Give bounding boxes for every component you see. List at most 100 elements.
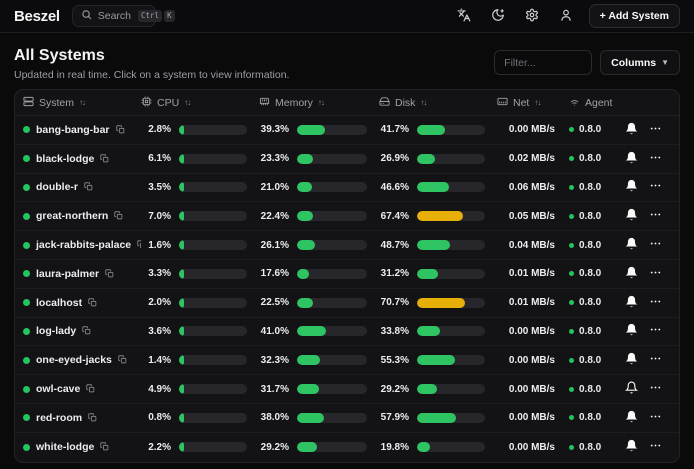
chevron-down-icon: ▼ (661, 58, 669, 67)
copy-icon[interactable] (86, 380, 95, 398)
column-header-agent[interactable]: Agent (569, 96, 619, 110)
columns-dropdown-button[interactable]: Columns ▼ (600, 50, 680, 75)
alerts-button[interactable] (620, 263, 642, 285)
memory-percent: 22.5% (259, 297, 297, 308)
system-name-cell: jack-rabbits-palace (23, 236, 141, 254)
copy-icon[interactable] (118, 351, 127, 369)
alerts-button[interactable] (620, 205, 642, 227)
ellipsis-icon (649, 122, 662, 138)
table-row[interactable]: one-eyed-jacks 1.4% 32.3% 55.3% 0.00 MB/… (15, 346, 679, 375)
row-menu-button[interactable] (644, 407, 666, 429)
cpu-percent: 6.1% (141, 153, 179, 164)
alerts-button[interactable] (620, 407, 642, 429)
sort-icon: ↑↓ (534, 98, 540, 107)
cpu-bar (179, 298, 259, 308)
filter-input[interactable] (494, 50, 592, 75)
disk-percent: 31.2% (379, 268, 417, 279)
language-button[interactable] (453, 5, 475, 27)
table-row[interactable]: white-lodge 2.2% 29.2% 19.8% 0.00 MB/s 0… (15, 433, 679, 462)
column-header-memory[interactable]: Memory ↑↓ (259, 96, 379, 110)
disk-percent: 46.6% (379, 182, 417, 193)
row-menu-button[interactable] (644, 234, 666, 256)
copy-icon[interactable] (105, 265, 114, 283)
column-label: Disk (395, 97, 415, 109)
row-menu-button[interactable] (644, 349, 666, 371)
copy-icon[interactable] (100, 150, 109, 168)
column-header-system[interactable]: System ↑↓ (23, 96, 141, 110)
agent-status-dot (569, 415, 574, 420)
bell-icon (625, 179, 638, 195)
copy-icon[interactable] (84, 178, 93, 196)
system-name-cell: one-eyed-jacks (23, 351, 141, 369)
row-menu-button[interactable] (644, 292, 666, 314)
table-row[interactable]: great-northern 7.0% 22.4% 67.4% 0.05 MB/… (15, 202, 679, 231)
row-menu-button[interactable] (644, 378, 666, 400)
table-row[interactable]: laura-palmer 3.3% 17.6% 31.2% 0.01 MB/s … (15, 260, 679, 289)
net-value: 0.01 MB/s (497, 297, 569, 308)
search-icon (81, 9, 92, 23)
moon-icon (491, 8, 505, 25)
copy-icon[interactable] (100, 438, 109, 456)
alerts-button[interactable] (620, 378, 642, 400)
copy-icon[interactable] (88, 409, 97, 427)
table-row[interactable]: localhost 2.0% 22.5% 70.7% 0.01 MB/s 0.8… (15, 289, 679, 318)
net-value: 0.00 MB/s (497, 442, 569, 453)
table-row[interactable]: black-lodge 6.1% 23.3% 26.9% 0.02 MB/s 0… (15, 145, 679, 174)
cpu-percent: 4.9% (141, 384, 179, 395)
table-row[interactable]: log-lady 3.6% 41.0% 33.8% 0.00 MB/s 0.8.… (15, 318, 679, 347)
table-row[interactable]: bang-bang-bar 2.8% 39.3% 41.7% 0.00 MB/s… (15, 116, 679, 145)
table-row[interactable]: red-room 0.8% 38.0% 57.9% 0.00 MB/s 0.8.… (15, 404, 679, 433)
alerts-button[interactable] (620, 176, 642, 198)
alerts-button[interactable] (620, 320, 642, 342)
ellipsis-icon (649, 295, 662, 311)
memory-bar (297, 211, 379, 221)
column-label: Net (513, 97, 529, 109)
column-header-disk[interactable]: Disk ↑↓ (379, 96, 497, 110)
user-menu-button[interactable] (555, 5, 577, 27)
alerts-button[interactable] (620, 148, 642, 170)
copy-icon[interactable] (116, 121, 125, 139)
add-system-button[interactable]: + Add System (589, 4, 680, 28)
row-menu-button[interactable] (644, 320, 666, 342)
row-menu-button[interactable] (644, 148, 666, 170)
alerts-button[interactable] (620, 349, 642, 371)
cpu-bar (179, 125, 259, 135)
alerts-button[interactable] (620, 234, 642, 256)
table-row[interactable]: owl-cave 4.9% 31.7% 29.2% 0.00 MB/s 0.8.… (15, 375, 679, 404)
row-menu-button[interactable] (644, 205, 666, 227)
system-name: black-lodge (36, 153, 94, 165)
column-header-cpu[interactable]: CPU ↑↓ (141, 96, 259, 110)
system-name-cell: laura-palmer (23, 265, 141, 283)
status-dot (23, 386, 30, 393)
memory-percent: 21.0% (259, 182, 297, 193)
table-row[interactable]: jack-rabbits-palace 1.6% 26.1% 48.7% 0.0… (15, 231, 679, 260)
row-menu-button[interactable] (644, 436, 666, 458)
settings-button[interactable] (521, 5, 543, 27)
copy-icon[interactable] (114, 207, 123, 225)
alerts-button[interactable] (620, 436, 642, 458)
agent-version-cell: 0.8.0 (569, 268, 619, 279)
search-input[interactable]: Search Ctrl K (72, 5, 156, 27)
table-row[interactable]: double-r 3.5% 21.0% 46.6% 0.06 MB/s 0.8.… (15, 174, 679, 203)
ellipsis-icon (649, 410, 662, 426)
theme-toggle-button[interactable] (487, 5, 509, 27)
copy-icon[interactable] (82, 322, 91, 340)
alerts-button[interactable] (620, 119, 642, 141)
copy-icon[interactable] (88, 294, 97, 312)
row-menu-button[interactable] (644, 263, 666, 285)
table-controls: Columns ▼ (494, 50, 680, 75)
row-menu-button[interactable] (644, 176, 666, 198)
agent-version: 0.8.0 (579, 211, 601, 222)
wifi-icon (569, 96, 580, 110)
memory-bar (297, 442, 379, 452)
alerts-button[interactable] (620, 292, 642, 314)
system-name: one-eyed-jacks (36, 354, 112, 366)
sort-icon: ↑↓ (79, 98, 85, 107)
agent-status-dot (569, 156, 574, 161)
system-name: great-northern (36, 210, 108, 222)
column-header-net[interactable]: Net ↑↓ (497, 96, 569, 110)
ellipsis-icon (649, 151, 662, 167)
sort-icon: ↑↓ (420, 98, 426, 107)
row-menu-button[interactable] (644, 119, 666, 141)
cpu-percent: 1.6% (141, 240, 179, 251)
